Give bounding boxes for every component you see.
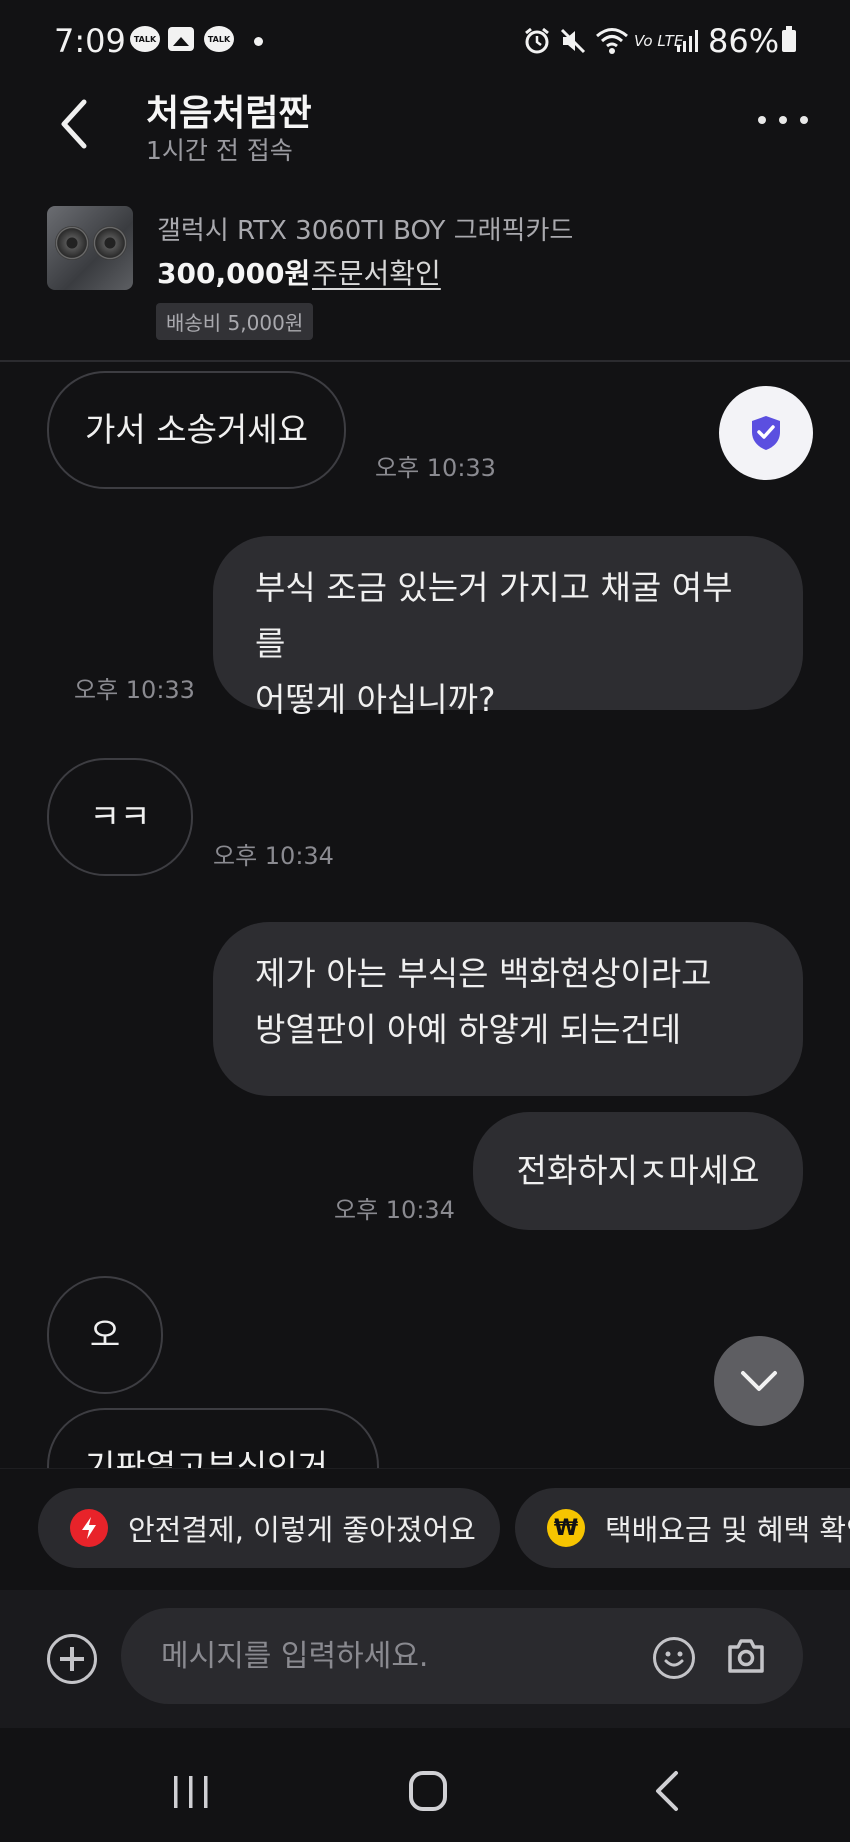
product-name: 갤럭시 RTX 3060TI BOY 그래픽카드: [157, 216, 574, 246]
product-thumbnail[interactable]: [47, 206, 133, 290]
camera-button[interactable]: [724, 1634, 768, 1678]
status-time: 7:09: [54, 22, 126, 60]
order-confirm-link[interactable]: 주문서확인: [312, 252, 441, 292]
safe-payment-chip[interactable]: 안전결제, 이렇게 좋아졌어요: [38, 1488, 500, 1568]
message-time: 오후 10:33: [375, 454, 496, 482]
message-input-field[interactable]: [121, 1608, 803, 1704]
message-text: 전화하지ㅈ마세요: [516, 1151, 760, 1190]
more-notifications-dot-icon: [254, 37, 263, 46]
chevron-down-icon: [741, 1371, 777, 1391]
message-text: 가서 소송거세요: [85, 410, 309, 449]
message-text-line: 방열판이 아예 하얗게 되는건데: [255, 1010, 682, 1049]
kakaotalk-notification-icon: TALK: [130, 26, 160, 52]
outgoing-message-bubble[interactable]: 제가 아는 부식은 백화현상이라고 방열판이 아예 하얗게 되는건데: [213, 922, 803, 1096]
more-dot-icon: [779, 116, 787, 124]
message-text-line: 어떻게 아십니까?: [255, 680, 496, 719]
alarm-icon: [525, 27, 549, 54]
message-text: 오: [89, 1315, 121, 1354]
status-bar: 7:09 TALK TALK Vo LTE 86%: [0, 0, 850, 80]
back-chevron-icon[interactable]: [52, 90, 122, 160]
chat-partner-name: 처음처럼짠: [146, 93, 312, 134]
more-dot-icon: [758, 116, 766, 124]
shield-check-icon: [752, 416, 780, 450]
message-text: 기판열고부식인거: [85, 1447, 328, 1468]
incoming-message-bubble[interactable]: ㅋㅋ: [47, 758, 193, 876]
delivery-fee-chip[interactable]: ₩ 택배요금 및 혜택 확인: [515, 1488, 850, 1568]
message-text-line: 제가 아는 부식은 백화현상이라고: [255, 954, 712, 993]
shipping-fee-badge: 배송비 5,000원: [156, 303, 314, 340]
incoming-message-bubble[interactable]: 기판열고부식인거: [47, 1408, 379, 1468]
wifi-icon: [596, 28, 628, 54]
smiley-icon: [664, 1651, 684, 1667]
incoming-message-bubble[interactable]: 가서 소송거세요: [47, 371, 347, 489]
battery-icon: [782, 26, 796, 52]
product-price: 300,000원: [157, 257, 311, 290]
more-dot-icon: [800, 116, 808, 124]
gpu-fan-image: [93, 226, 127, 260]
home-icon[interactable]: [408, 1770, 448, 1812]
incoming-message-bubble[interactable]: 오: [47, 1276, 163, 1394]
kakaotalk-notification-icon-2: TALK: [204, 26, 234, 52]
outgoing-message-bubble[interactable]: 부식 조금 있는거 가지고 채굴 여부를 어떻게 아십니까?: [213, 536, 803, 719]
chip-label: 안전결제, 이렇게 좋아졌어요: [128, 1513, 476, 1547]
message-time: 오후 10:34: [213, 842, 334, 870]
outgoing-message-bubble[interactable]: 전화하지ㅈ마세요: [473, 1112, 803, 1230]
more-options-button[interactable]: [748, 96, 818, 146]
message-text-line: 부식 조금 있는거 가지고 채굴 여부를: [255, 568, 733, 663]
scroll-to-bottom-button[interactable]: [714, 1336, 804, 1426]
message-text: ㅋㅋ: [89, 797, 151, 836]
emoji-button[interactable]: [653, 1637, 695, 1679]
mute-icon: [560, 28, 586, 54]
safety-shield-button[interactable]: [719, 386, 813, 480]
message-time: 오후 10:34: [334, 1196, 455, 1224]
chat-message-list[interactable]: 가서 소송거세요 오후 10:33 부식 조금 있는거 가지고 채굴 여부를 어…: [0, 362, 850, 1468]
last-active-status: 1시간 전 접속: [146, 136, 293, 165]
back-nav-icon[interactable]: [652, 1770, 682, 1812]
system-navigation-bar: [0, 1728, 850, 1842]
message-input[interactable]: [159, 1630, 603, 1682]
signal-icon: [677, 30, 698, 52]
gpu-fan-image: [55, 226, 89, 260]
lightning-icon: [70, 1509, 108, 1547]
gallery-notification-icon: [168, 27, 194, 51]
won-icon: ₩: [547, 1509, 585, 1547]
battery-percentage: 86%: [708, 22, 780, 60]
recent-apps-icon[interactable]: [170, 1772, 212, 1812]
attach-plus-button[interactable]: [47, 1634, 97, 1684]
chip-label: 택배요금 및 혜택 확인: [605, 1513, 850, 1547]
message-time: 오후 10:33: [74, 676, 195, 704]
